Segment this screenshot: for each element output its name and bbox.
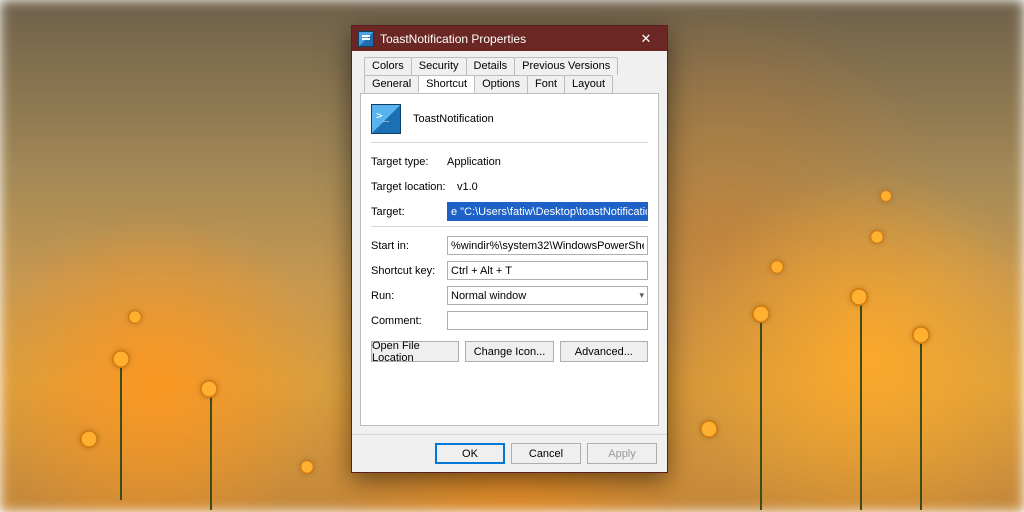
row-target: Target: e "C:\Users\fatiw\Desktop\toastN… (371, 201, 648, 222)
label-start-in: Start in: (371, 240, 447, 252)
run-dropdown-value: Normal window (451, 290, 526, 302)
label-comment: Comment: (371, 315, 447, 327)
powershell-icon (358, 31, 374, 47)
shortcut-name: ToastNotification (413, 113, 494, 125)
tab-strip: Colors Security Details Previous Version… (360, 57, 659, 93)
label-run: Run: (371, 290, 447, 302)
advanced-button[interactable]: Advanced... (560, 341, 648, 362)
row-shortcut-key: Shortcut key: (371, 260, 648, 281)
tab-shortcut[interactable]: Shortcut (418, 75, 475, 93)
comment-input[interactable] (447, 311, 648, 330)
value-target-type: Application (447, 156, 501, 168)
run-dropdown[interactable]: Normal window ▾ (447, 286, 648, 305)
dialog-footer: OK Cancel Apply (352, 434, 667, 472)
row-target-location: Target location: v1.0 (371, 176, 648, 197)
close-button[interactable]: ✕ (625, 26, 667, 51)
target-input[interactable]: e "C:\Users\fatiw\Desktop\toastNotificat… (447, 202, 648, 221)
open-file-location-button[interactable]: Open File Location (371, 341, 459, 362)
row-target-type: Target type: Application (371, 151, 648, 172)
shortcut-panel: ToastNotification Target type: Applicati… (360, 93, 659, 426)
titlebar[interactable]: ToastNotification Properties ✕ (352, 26, 667, 51)
start-in-input[interactable] (447, 236, 648, 255)
shortcut-key-input[interactable] (447, 261, 648, 280)
properties-dialog: ToastNotification Properties ✕ Colors Se… (351, 25, 668, 473)
ok-button[interactable]: OK (435, 443, 505, 464)
label-target-type: Target type: (371, 156, 447, 168)
change-icon-button[interactable]: Change Icon... (465, 341, 553, 362)
chevron-down-icon: ▾ (639, 290, 644, 301)
label-shortcut-key: Shortcut key: (371, 265, 447, 277)
row-start-in: Start in: (371, 235, 648, 256)
tab-colors[interactable]: Colors (364, 57, 412, 75)
row-comment: Comment: (371, 310, 648, 331)
window-title: ToastNotification Properties (380, 32, 625, 46)
row-run: Run: Normal window ▾ (371, 285, 648, 306)
tab-details[interactable]: Details (466, 57, 516, 75)
apply-button[interactable]: Apply (587, 443, 657, 464)
value-target-location: v1.0 (457, 181, 478, 193)
dialog-body: Colors Security Details Previous Version… (352, 51, 667, 434)
close-icon: ✕ (641, 31, 652, 47)
tab-font[interactable]: Font (527, 75, 565, 93)
label-target-location: Target location: (371, 181, 457, 193)
tab-general[interactable]: General (364, 75, 419, 93)
tab-previous-versions[interactable]: Previous Versions (514, 57, 618, 75)
powershell-large-icon (371, 104, 401, 134)
cancel-button[interactable]: Cancel (511, 443, 581, 464)
label-target: Target: (371, 206, 447, 218)
tab-layout[interactable]: Layout (564, 75, 613, 93)
divider (371, 226, 648, 227)
tab-options[interactable]: Options (474, 75, 528, 93)
tab-security[interactable]: Security (411, 57, 467, 75)
shortcut-action-buttons: Open File Location Change Icon... Advanc… (371, 341, 648, 362)
shortcut-header: ToastNotification (371, 104, 648, 143)
